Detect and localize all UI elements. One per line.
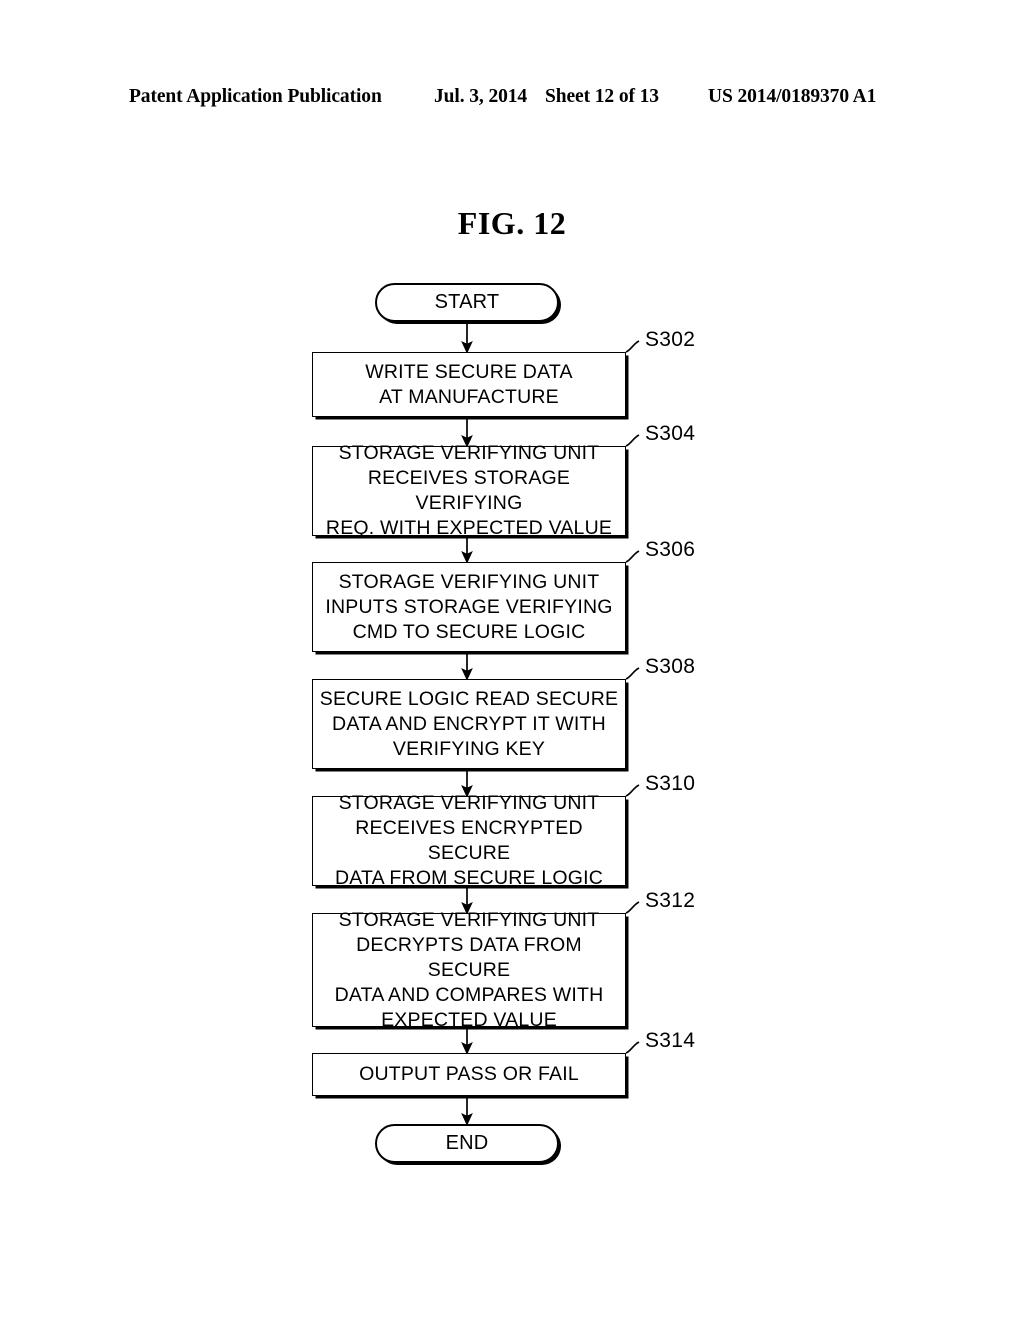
flow-node-s304[interactable]: STORAGE VERIFYING UNIT RECEIVES STORAGE V…: [312, 442, 626, 539]
flow-node-s306[interactable]: STORAGE VERIFYING UNIT INPUTS STORAGE VER…: [312, 562, 626, 652]
step-ref-s310: S310: [645, 772, 696, 795]
flow-node-s312-label: STORAGE VERIFYING UNIT DECRYPTS DATA FROM…: [334, 908, 604, 1031]
flow-node-s308-label: SECURE LOGIC READ SECURE DATA AND ENCRYPT…: [319, 687, 619, 760]
step-leader-lines: [625, 340, 640, 1054]
step-ref-s304: S304: [645, 422, 696, 445]
step-ref-s302: S302: [645, 328, 696, 351]
flow-node-s314-label: OUTPUT PASS OR FAIL: [359, 1063, 579, 1085]
step-ref-s312: S312: [645, 889, 696, 912]
flowchart: START WRITE SECURE DATA AT MANUFACTURE S3…: [0, 0, 1024, 1320]
flow-node-s310-label: STORAGE VERIFYING UNIT RECEIVES ENCRYPTED…: [334, 792, 604, 889]
flow-node-s314[interactable]: OUTPUT PASS OR FAIL: [312, 1053, 626, 1096]
flow-node-end-label: END: [445, 1132, 489, 1154]
flow-node-s310[interactable]: STORAGE VERIFYING UNIT RECEIVES ENCRYPTED…: [312, 792, 626, 889]
flow-node-s302-label: WRITE SECURE DATA AT MANUFACTURE: [365, 360, 573, 408]
flow-node-s304-label: STORAGE VERIFYING UNIT RECEIVES STORAGE V…: [325, 442, 613, 539]
patent-drawing-page: Patent Application Publication Jul. 3, 2…: [0, 0, 1024, 1320]
flow-node-start[interactable]: START: [375, 283, 559, 322]
flowchart-connectors: [461, 322, 640, 1126]
flow-node-s302[interactable]: WRITE SECURE DATA AT MANUFACTURE: [312, 352, 626, 417]
flow-node-start-label: START: [434, 291, 500, 313]
flow-node-s308[interactable]: SECURE LOGIC READ SECURE DATA AND ENCRYPT…: [312, 679, 626, 769]
step-ref-s308: S308: [645, 655, 696, 678]
step-ref-s314: S314: [645, 1029, 696, 1052]
flow-node-s312[interactable]: STORAGE VERIFYING UNIT DECRYPTS DATA FROM…: [312, 909, 626, 1031]
step-ref-s306: S306: [645, 538, 696, 561]
flow-node-s306-label: STORAGE VERIFYING UNIT INPUTS STORAGE VER…: [325, 570, 613, 643]
flow-node-end[interactable]: END: [375, 1124, 559, 1163]
